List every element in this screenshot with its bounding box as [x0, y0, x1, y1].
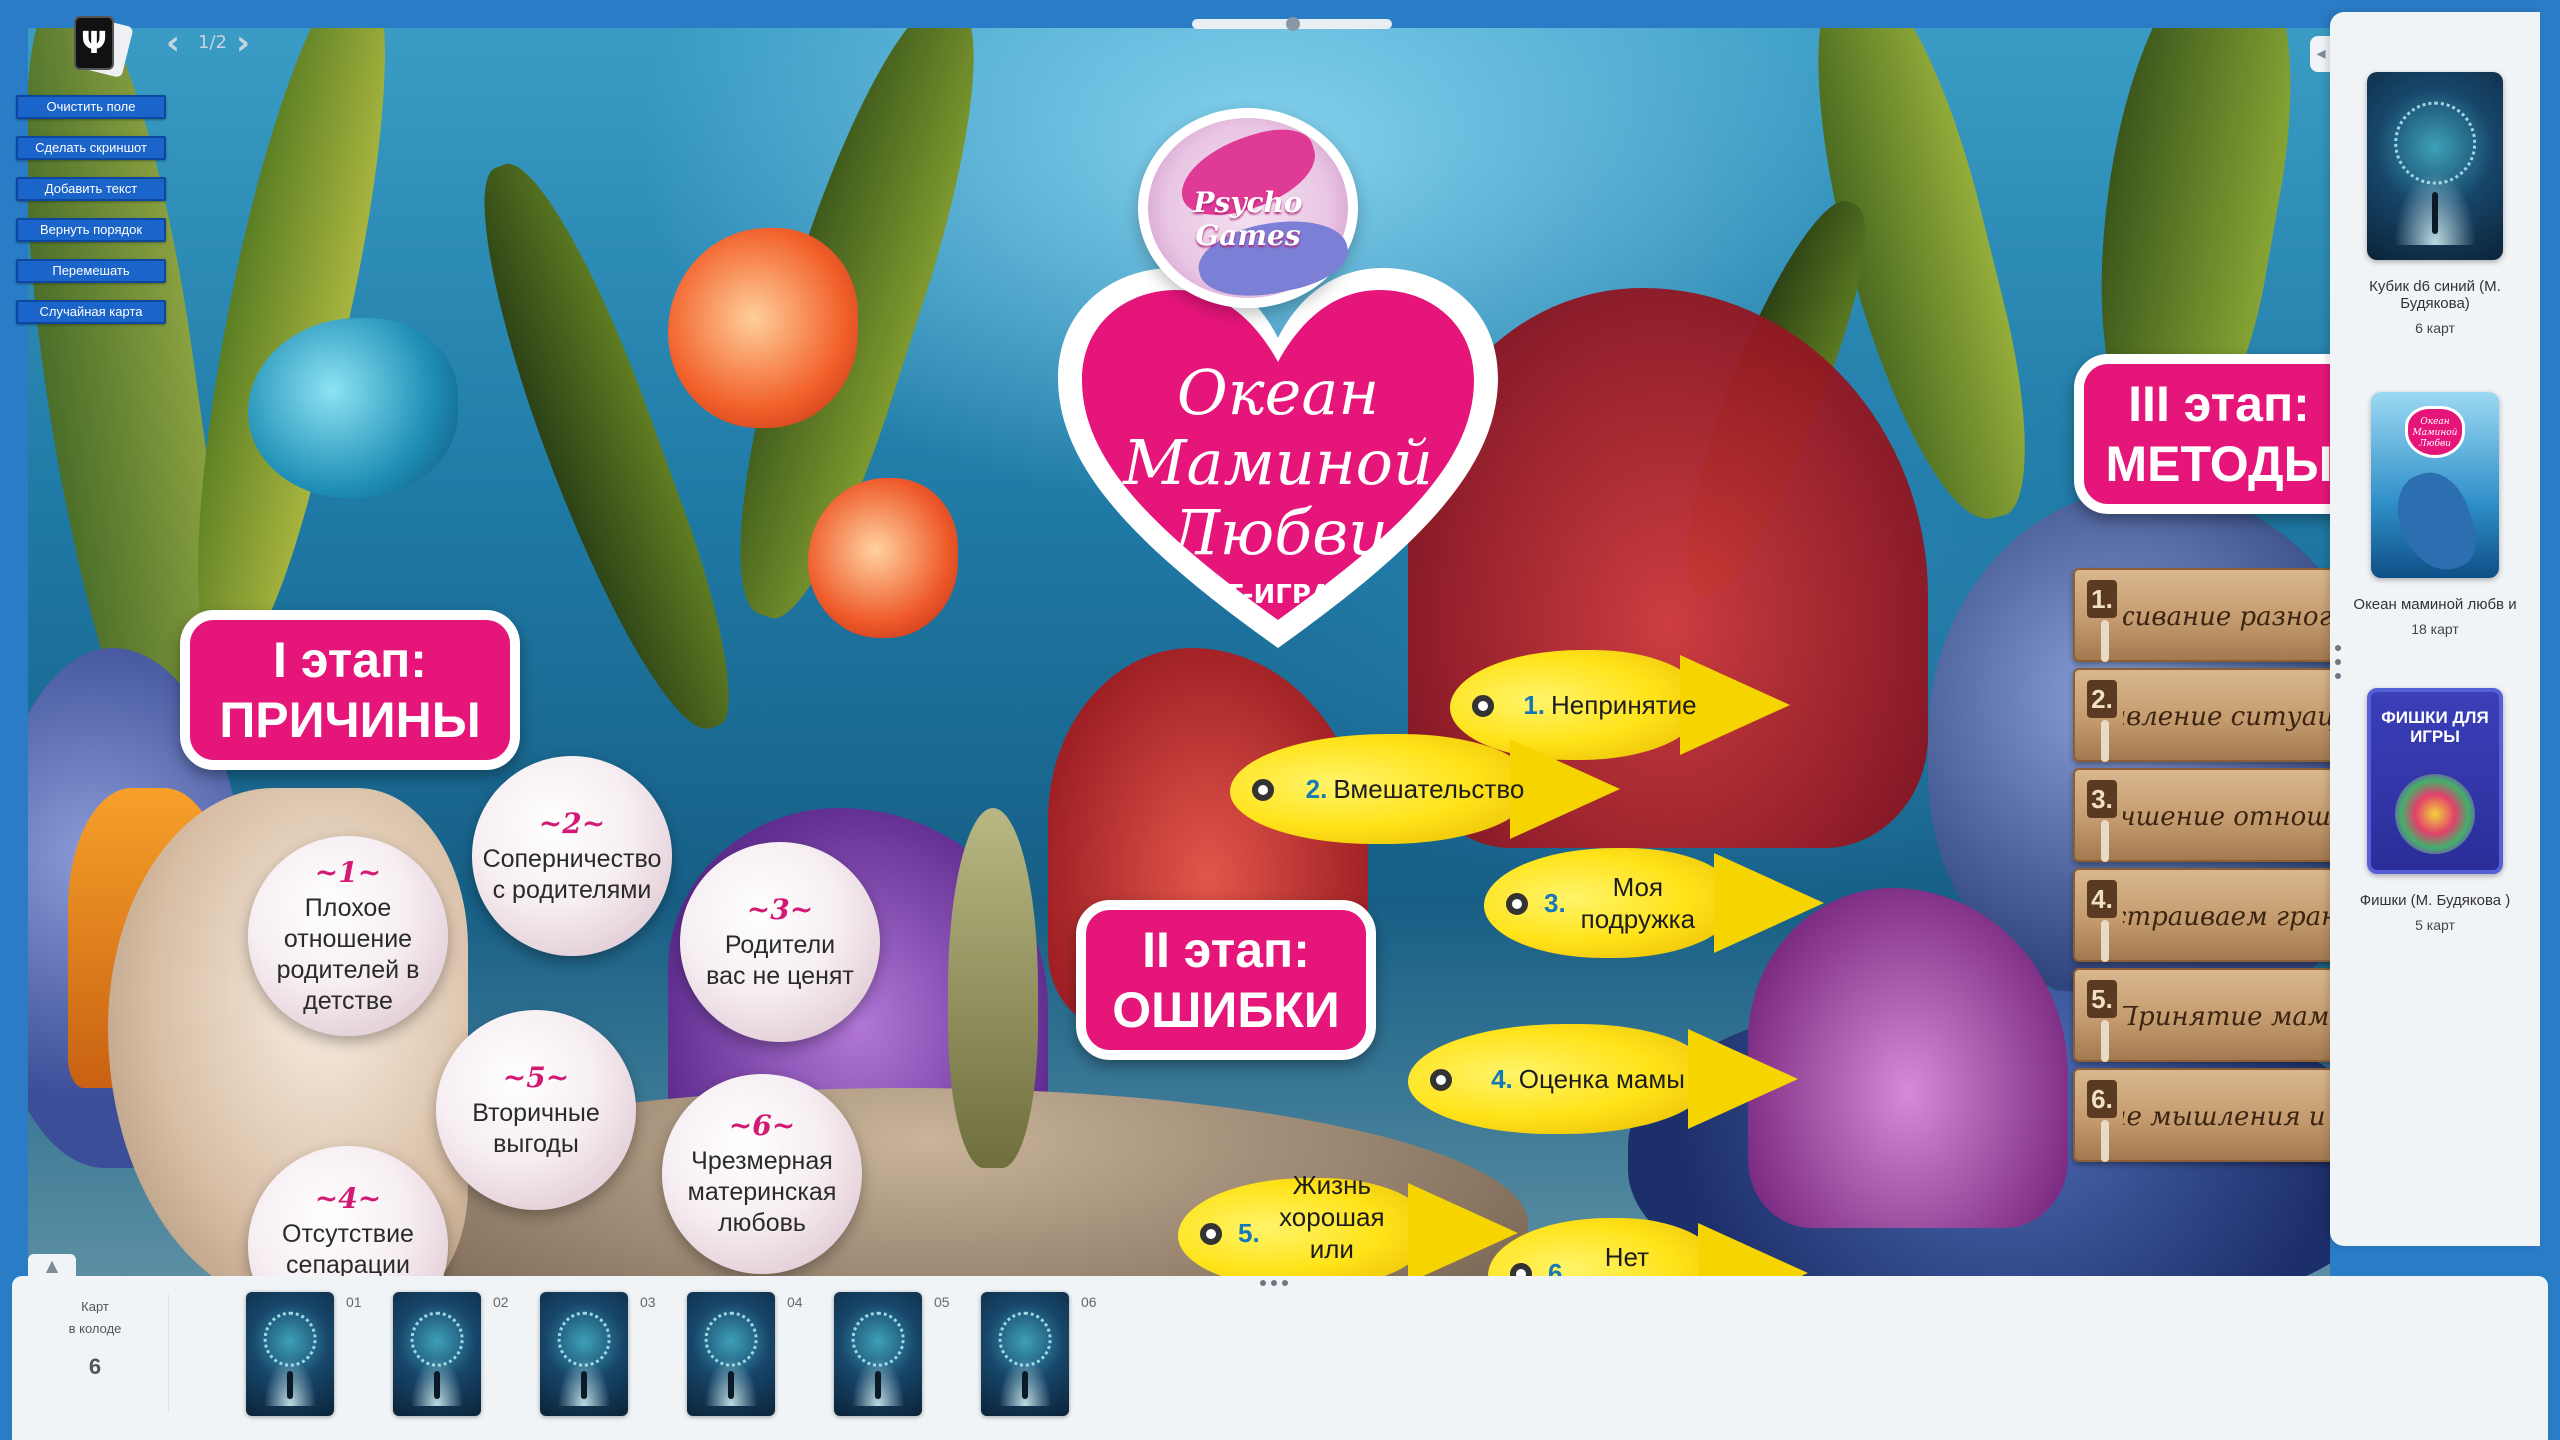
add-text-button[interactable]: Добавить текст: [16, 177, 166, 201]
tray-divider: [168, 1294, 169, 1412]
arrow-right-icon[interactable]: ›: [236, 26, 250, 60]
method-plank-2: 2.Управление ситуациями: [2073, 668, 2330, 762]
screenshot-button[interactable]: Сделать скриншот: [16, 136, 166, 160]
deck-count: 5 карт: [2415, 917, 2455, 933]
arrow-left-icon[interactable]: ‹: [166, 26, 180, 60]
tray-card-number: 06: [1081, 1294, 1097, 1310]
deck-chips[interactable]: ФИШКИ ДЛЯ ИГРЫ Фишки (М. Будякова ) 5 ка…: [2330, 688, 2540, 933]
mistake-fish-6: 6.Нет ошибок: [1488, 1218, 1808, 1276]
deck-ocean-heart: Океан Маминой Любви: [2405, 406, 2465, 458]
tray-card-1[interactable]: [246, 1292, 334, 1416]
tray-card-2[interactable]: [393, 1292, 481, 1416]
deck-count: 18 карт: [2411, 621, 2459, 637]
tray-card-number: 02: [493, 1294, 509, 1310]
deck-ocean[interactable]: Океан Маминой Любви Океан маминой любв и 1…: [2330, 392, 2540, 637]
mandala-icon: [2395, 774, 2475, 854]
clear-field-button[interactable]: Очистить поле: [16, 95, 166, 119]
tray-resize-handle-icon[interactable]: [1260, 1280, 1288, 1288]
mistake-fish-4: 4. Оценка мамы: [1408, 1024, 1798, 1134]
deck-counter: Карт в колоде 6: [40, 1296, 150, 1416]
blue-discus-fish: [248, 318, 458, 498]
orange-discus-fish-1: [668, 228, 858, 428]
deck-name: Фишки (М. Будякова ): [2359, 892, 2511, 909]
game-title: Океан Маминой Любви: [1123, 356, 1433, 569]
deck-chips-title: ФИШКИ ДЛЯ ИГРЫ: [2381, 708, 2489, 746]
page-indicator: 1/2: [198, 32, 227, 53]
cause-pearl-1: ~1~ Плохое отношение родителей в детстве: [248, 836, 448, 1036]
app-logo-icon[interactable]: Ψ: [70, 16, 134, 79]
mistake-fish-2: 2. Вмешательство: [1230, 734, 1620, 844]
stage-2-sign: II этап: ОШИБКИ: [1076, 900, 1376, 1060]
mistake-fish-3: 3. Моя подружка: [1484, 848, 1824, 958]
panel-collapse-icon[interactable]: ◂: [2310, 36, 2332, 72]
random-card-button[interactable]: Случайная карта: [16, 300, 166, 324]
deck-name: Кубик d6 синий (М. Будякова): [2369, 278, 2501, 312]
game-board[interactable]: Океан Маминой Любви Т-ИГРА Psycho Games …: [28, 28, 2330, 1276]
method-plank-1: 1.Улаживание разногласий: [2073, 568, 2330, 662]
shuffle-button[interactable]: Перемешать: [16, 259, 166, 283]
decks-panel: Кубик d6 синий (М. Будякова) 6 карт Океа…: [2330, 12, 2540, 1246]
deck-chips-thumbnail[interactable]: ФИШКИ ДЛЯ ИГРЫ: [2367, 688, 2503, 874]
cause-pearl-3: ~3~ Родители вас не ценят: [680, 842, 880, 1042]
tray-card-3[interactable]: [540, 1292, 628, 1416]
cause-pearl-5: ~5~ Вторичные выгоды: [436, 1010, 636, 1210]
deck-name: Океан маминой любв и: [2353, 596, 2517, 613]
tray-card-number: 05: [934, 1294, 950, 1310]
methods-planks: 1.Улаживание разногласий 2.Управление си…: [2073, 568, 2330, 1188]
stage-1-sign: I этап: ПРИЧИНЫ: [180, 610, 520, 770]
panel-resize-grip-icon[interactable]: [2334, 645, 2342, 679]
game-app: Океан Маминой Любви Т-ИГРА Psycho Games …: [0, 0, 2560, 1440]
drag-handle-icon[interactable]: [1286, 17, 1300, 31]
dolphin-badge: Psycho Games: [1138, 108, 1358, 308]
tray-collapse-icon[interactable]: ▲: [28, 1254, 76, 1276]
deck-count-value: 6: [88, 1354, 102, 1379]
method-plank-4: 4.Выстраиваем границы: [2073, 868, 2330, 962]
restore-order-button[interactable]: Вернуть порядок: [16, 218, 166, 242]
game-subtitle: Т-ИГРА: [1224, 580, 1332, 610]
deck-count: 6 карт: [2415, 320, 2455, 336]
tray-card-number: 01: [346, 1294, 362, 1310]
tray-card-number: 04: [787, 1294, 803, 1310]
stage-3-sign: III этап: МЕТОДЫ: [2074, 354, 2330, 514]
seahorse: [948, 808, 1038, 1168]
method-plank-6: 6.Изменение мышления и поведения: [2073, 1068, 2330, 1162]
tray-card-number: 03: [640, 1294, 656, 1310]
tray-card-4[interactable]: [687, 1292, 775, 1416]
cause-pearl-6: ~6~ Чрезмерная материнская любовь: [662, 1074, 862, 1274]
brand-name: Psycho Games: [1193, 186, 1303, 252]
deck-ocean-thumbnail[interactable]: Океан Маминой Любви: [2371, 392, 2499, 578]
game-logo: Океан Маминой Любви Т-ИГРА Psycho Games: [1028, 68, 1528, 668]
method-plank-5: 5.Принятие мамы: [2073, 968, 2330, 1062]
mistake-fish-5: 5.Жизнь хорошая или плохая: [1178, 1170, 1518, 1276]
tray-card-5[interactable]: [834, 1292, 922, 1416]
deck-dice[interactable]: Кубик d6 синий (М. Будякова) 6 карт: [2330, 72, 2540, 336]
cause-pearl-2: ~2~ Соперничество с родителями: [472, 756, 672, 956]
deck-dice-thumbnail[interactable]: [2367, 72, 2503, 260]
orange-discus-fish-2: [808, 478, 958, 638]
method-plank-3: 3.Улучшение отношений: [2073, 768, 2330, 862]
dolphin-icon: [2386, 463, 2486, 578]
tray-card-6[interactable]: [981, 1292, 1069, 1416]
